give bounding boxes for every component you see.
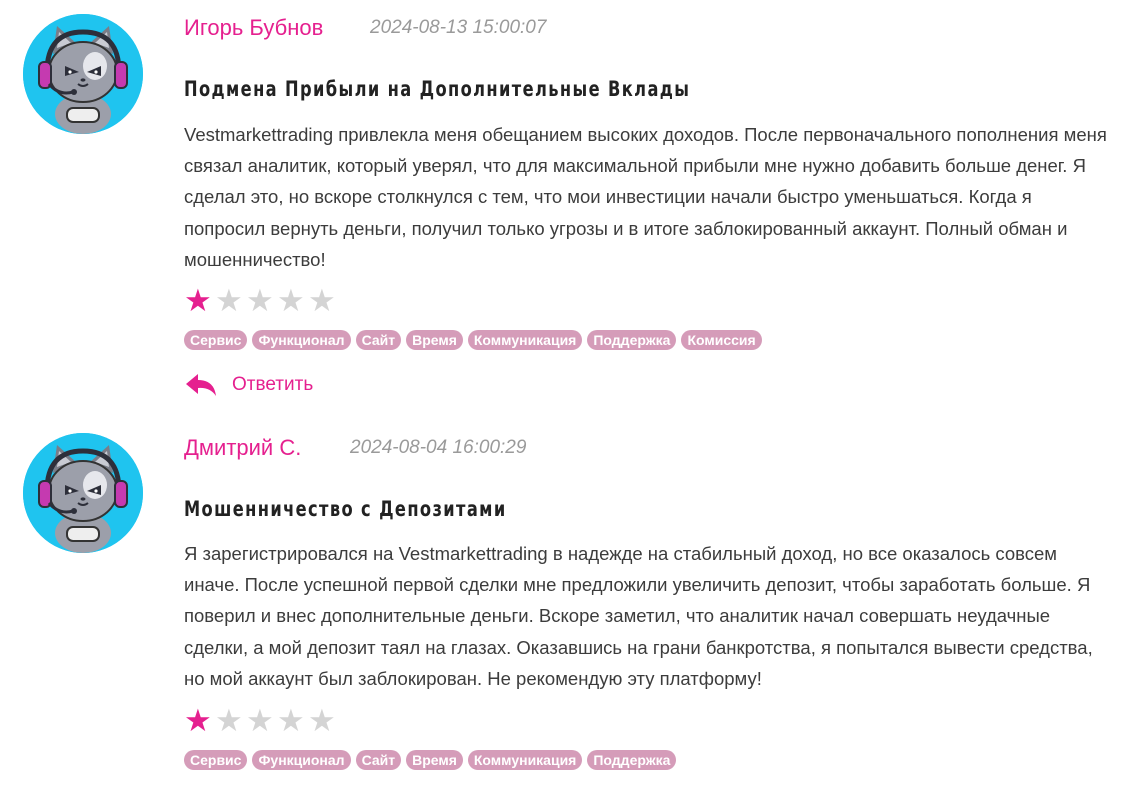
review-tag: Функционал: [252, 330, 351, 350]
review-tag: Время: [406, 750, 463, 770]
review-date: 2024-08-04 16:00:29: [350, 437, 527, 458]
review-text: Я зарегистрировался на Vestmarkettrading…: [184, 543, 1093, 689]
review-tag: Коммуникация: [467, 330, 583, 350]
review-rating: ★ ★ ★ ★ ★: [184, 703, 339, 738]
review-title: Мошенничество с Депозитами: [184, 497, 507, 521]
review-tag: Сервис: [184, 330, 248, 350]
star-icon: ★: [184, 283, 212, 318]
star-icon: ★: [308, 703, 336, 738]
star-icon: ★: [246, 703, 274, 738]
review-tag: Поддержка: [587, 750, 677, 770]
review-tag: Сайт: [355, 330, 402, 350]
review-tags: Сервис Функционал Сайт Время Коммуникация Под…: [184, 750, 677, 770]
star-icon: ★: [215, 703, 243, 738]
review-tag: Коммуникация: [467, 750, 583, 770]
review-text: Vestmarkettrading привлекла меня обещани…: [184, 124, 1107, 270]
review-author[interactable]: Игорь Бубнов: [184, 15, 323, 41]
star-icon: ★: [184, 703, 212, 738]
review-tag: Время: [406, 330, 463, 350]
review-tag: Поддержка: [587, 330, 677, 350]
review-author[interactable]: Дмитрий С.: [184, 435, 301, 461]
reply-arrow-icon: [186, 374, 216, 396]
review-title: Подмена Прибыли на Дополнительные Вклады: [184, 77, 691, 101]
review-tag: Сайт: [355, 750, 402, 770]
star-icon: ★: [215, 283, 243, 318]
reply-label[interactable]: Ответить: [232, 374, 313, 396]
review-tags: Сервис Функционал Сайт Время Коммуникация Под…: [184, 330, 762, 350]
review-tag: Комиссия: [681, 330, 762, 350]
cat-gamer-avatar-icon: [23, 14, 143, 134]
review-tag: Функционал: [252, 750, 351, 770]
cat-gamer-avatar-icon: [23, 433, 143, 553]
review-rating: ★ ★ ★ ★ ★: [184, 283, 339, 318]
star-icon: ★: [308, 283, 336, 318]
review-date: 2024-08-13 15:00:07: [370, 17, 547, 38]
reply-button[interactable]: Ответить: [184, 372, 313, 398]
star-icon: ★: [246, 283, 274, 318]
star-icon: ★: [277, 283, 305, 318]
star-icon: ★: [277, 703, 305, 738]
review-tag: Сервис: [184, 750, 248, 770]
